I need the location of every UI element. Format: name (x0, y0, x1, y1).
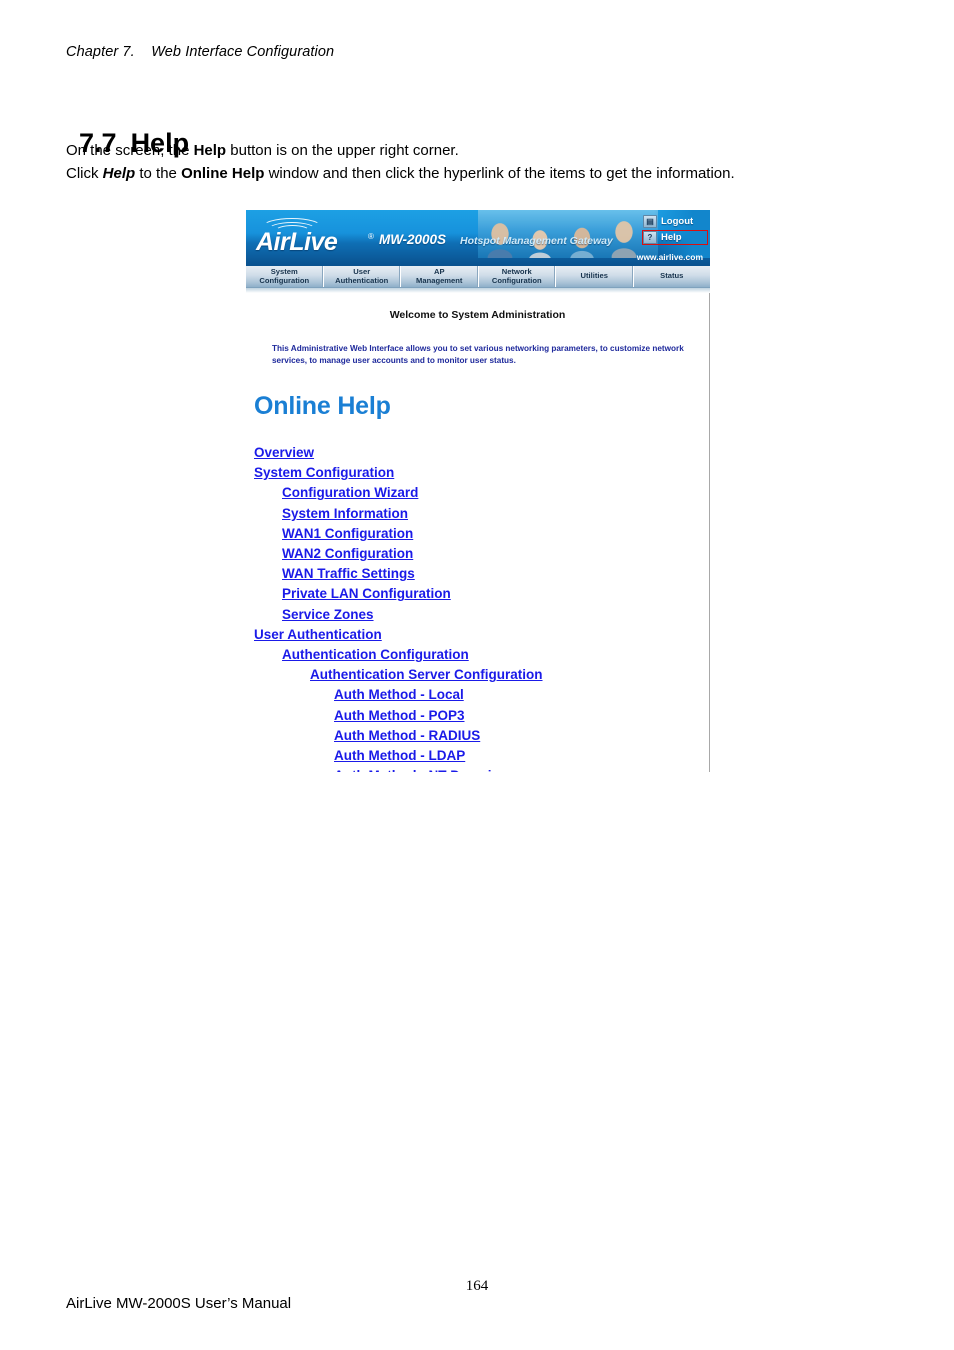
p1-bold: Help (193, 142, 227, 159)
p1-post: button is on the upper right corner. (226, 142, 459, 159)
footer-manual-title: AirLive MW-2000S User’s Manual (66, 1295, 292, 1312)
logout-button[interactable]: ▤ Logout (642, 215, 704, 228)
tab-ap-management[interactable]: AP Management (401, 266, 479, 287)
tab-system-configuration-line2: Configuration (259, 275, 310, 285)
online-help-link-list: Overview System Configuration Configurat… (246, 443, 709, 772)
tab-ap-management-line2: Management (416, 275, 463, 285)
banner-people-photo (478, 210, 658, 258)
p2-post: window and then click the hyperlink of t… (264, 165, 735, 182)
welcome-heading: Welcome to System Administration (389, 309, 566, 321)
intro-paragraph-1: On the screen, the Help button is on the… (66, 142, 459, 159)
help-button-highlight-box (642, 230, 708, 245)
website-url: www.airlive.com (636, 252, 703, 262)
airlive-logo: AirLive ® (256, 218, 386, 260)
tab-status[interactable]: Status (634, 266, 711, 287)
p1-pre: On the screen, the (66, 142, 194, 159)
help-link-overview[interactable]: Overview (254, 443, 314, 463)
help-link-configuration-wizard[interactable]: Configuration Wizard (282, 483, 418, 503)
help-link-system-information[interactable]: System Information (282, 504, 408, 524)
help-link-auth-method-radius[interactable]: Auth Method - RADIUS (334, 726, 480, 746)
p2-pre: Click (66, 165, 103, 182)
product-tagline: Hotspot Management Gateway (460, 235, 613, 247)
help-link-wan2-configuration[interactable]: WAN2 Configuration (282, 544, 413, 564)
logout-icon: ▤ (643, 215, 657, 228)
tab-status-label: Status (660, 271, 684, 281)
intro-paragraph-2: Click Help to the Online Help window and… (66, 165, 735, 182)
page-number: 164 (465, 1278, 489, 1294)
help-link-system-configuration[interactable]: System Configuration (254, 463, 394, 483)
p2-bold: Online Help (181, 165, 265, 182)
p2-bold-italic: Help (102, 165, 136, 182)
help-link-auth-method-ldap[interactable]: Auth Method - LDAP (334, 746, 465, 766)
help-link-auth-method-pop3[interactable]: Auth Method - POP3 (334, 706, 465, 726)
help-link-authentication-server-configuration[interactable]: Authentication Server Configuration (310, 665, 543, 685)
screenshot-content-area: Welcome to System Administration This Ad… (246, 293, 710, 772)
help-link-service-zones[interactable]: Service Zones (282, 605, 374, 625)
tab-network-configuration[interactable]: Network Configuration (479, 266, 556, 287)
tab-network-configuration-line2: Configuration (491, 275, 542, 285)
model-name: MW-2000S (379, 232, 447, 247)
chapter-header: Chapter 7. Web Interface Configuration (66, 44, 335, 60)
help-link-auth-method-local[interactable]: Auth Method - Local (334, 685, 464, 705)
p2-mid: to the (135, 165, 182, 182)
help-link-wan-traffic-settings[interactable]: WAN Traffic Settings (282, 564, 415, 584)
online-help-heading: Online Help (254, 392, 391, 420)
tab-user-authentication-line2: Authentication (335, 275, 389, 285)
tab-user-authentication[interactable]: User Authentication (324, 266, 401, 287)
tab-system-configuration[interactable]: System Configuration (246, 266, 324, 287)
help-link-user-authentication[interactable]: User Authentication (254, 625, 382, 645)
logo-wordmark: AirLive (256, 228, 338, 256)
app-banner: AirLive ® MW-2000S Hotspot Management Ga… (246, 210, 710, 265)
help-link-private-lan-configuration[interactable]: Private LAN Configuration (282, 584, 451, 604)
registered-mark-icon: ® (368, 232, 374, 241)
admin-intro-text: This Administrative Web Interface allows… (272, 344, 684, 365)
help-link-authentication-configuration[interactable]: Authentication Configuration (282, 645, 469, 665)
tab-utilities-label: Utilities (580, 271, 608, 281)
embedded-screenshot: AirLive ® MW-2000S Hotspot Management Ga… (246, 210, 710, 772)
help-link-wan1-configuration[interactable]: WAN1 Configuration (282, 524, 413, 544)
tab-utilities[interactable]: Utilities (556, 266, 634, 287)
main-navigation-tabs: System Configuration User Authentication… (246, 265, 710, 288)
help-link-auth-method-nt-domain[interactable]: Auth Method - NT Domain (334, 766, 500, 772)
logout-button-label: Logout (661, 216, 694, 227)
